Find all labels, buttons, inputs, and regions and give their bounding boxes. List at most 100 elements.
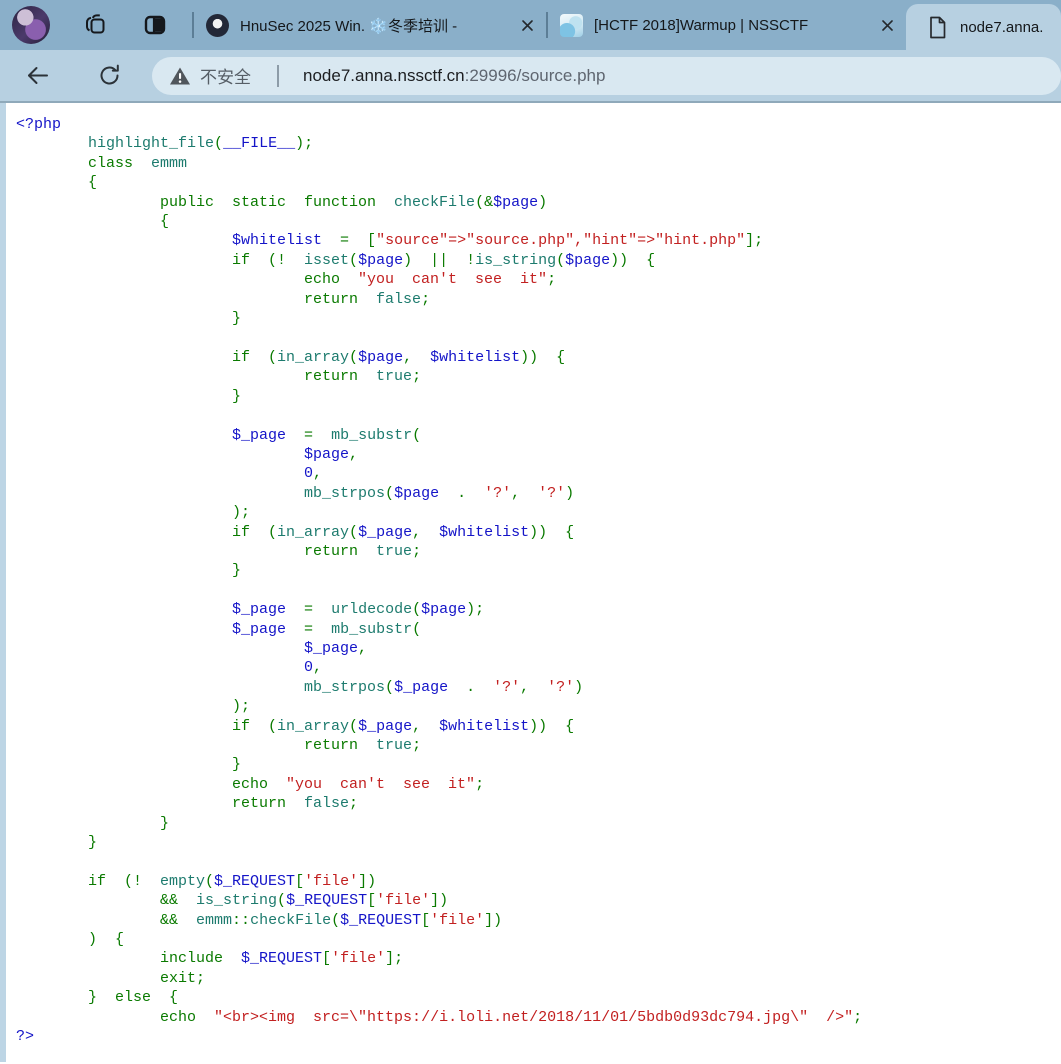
code-token: true bbox=[376, 543, 412, 560]
nssctf-favicon bbox=[560, 14, 583, 37]
tab-title: HnuSec 2025 Win. ❄️冬季培训 - bbox=[240, 15, 510, 36]
code-token: $_page bbox=[304, 640, 358, 657]
code-token: } bbox=[16, 388, 241, 405]
code-token: ]) bbox=[484, 912, 502, 929]
code-token: ) || ! bbox=[403, 252, 475, 269]
code-token: emmm bbox=[196, 912, 232, 929]
code-token: ; bbox=[853, 1009, 862, 1026]
code-token: ]) bbox=[430, 892, 448, 909]
code-token: ); bbox=[16, 504, 250, 521]
code-token: $whitelist bbox=[232, 232, 322, 249]
refresh-button[interactable] bbox=[92, 59, 126, 93]
tab-node7-active[interactable]: node7.anna. bbox=[906, 4, 1061, 50]
split-screen-icon[interactable] bbox=[140, 10, 170, 40]
code-token: "<br><img src=\"https://i.loli.net/2018/… bbox=[214, 1009, 853, 1026]
code-token: ( bbox=[385, 679, 394, 696]
code-token: $_REQUEST bbox=[241, 950, 322, 967]
code-token: 'file' bbox=[376, 892, 430, 909]
code-token: $page bbox=[421, 601, 466, 618]
url-path: :29996/source.php bbox=[465, 66, 606, 85]
code-token: $_REQUEST bbox=[340, 912, 421, 929]
url-text: node7.anna.nssctf.cn:29996/source.php bbox=[303, 66, 605, 86]
code-token: )) { bbox=[610, 252, 655, 269]
code-token: class bbox=[16, 155, 151, 172]
code-token: ) bbox=[574, 679, 583, 696]
browser-nav-bar: 不安全 node7.anna.nssctf.cn:29996/source.ph… bbox=[0, 50, 1061, 103]
code-token: urldecode bbox=[331, 601, 412, 618]
code-token: ]; bbox=[745, 232, 763, 249]
code-token: emmm bbox=[151, 155, 187, 172]
code-token: ) { bbox=[16, 931, 124, 948]
code-token: ( bbox=[412, 621, 421, 638]
code-token: echo bbox=[16, 271, 358, 288]
code-token: $_page bbox=[232, 427, 286, 444]
code-token: } bbox=[16, 562, 241, 579]
code-token: , bbox=[511, 485, 538, 502]
code-token: ; bbox=[412, 737, 421, 754]
code-token: $_page bbox=[232, 621, 286, 638]
code-token: in_array bbox=[277, 718, 349, 735]
code-token: && bbox=[16, 892, 196, 909]
code-token: ( bbox=[214, 135, 223, 152]
code-token: if ( bbox=[16, 524, 277, 541]
url-host: node7.anna.nssctf.cn bbox=[303, 66, 465, 85]
code-token: ; bbox=[421, 291, 430, 308]
code-token: in_array bbox=[277, 349, 349, 366]
code-token bbox=[16, 601, 232, 618]
tab-title: node7.anna. bbox=[960, 19, 1051, 36]
code-token: in_array bbox=[277, 524, 349, 541]
hnusec-favicon bbox=[206, 14, 229, 37]
code-token: } bbox=[16, 756, 241, 773]
code-token: , bbox=[358, 640, 367, 657]
window-edge-strip bbox=[0, 103, 6, 1062]
code-token bbox=[16, 679, 304, 696]
code-token: , bbox=[313, 659, 322, 676]
code-token: ) bbox=[538, 194, 547, 211]
code-token: $_page bbox=[358, 718, 412, 735]
code-token bbox=[16, 232, 232, 249]
code-token: ( bbox=[349, 718, 358, 735]
code-token: } bbox=[16, 815, 169, 832]
address-divider bbox=[277, 65, 279, 87]
code-token: isset bbox=[304, 252, 349, 269]
code-token: checkFile bbox=[394, 194, 475, 211]
code-token: :: bbox=[232, 912, 250, 929]
code-token: ?> bbox=[16, 1028, 34, 1045]
code-token: ; bbox=[412, 368, 421, 385]
code-block: <?php highlight_file(__FILE__); class em… bbox=[0, 103, 1061, 1047]
code-token: } bbox=[16, 310, 241, 327]
code-token: [ bbox=[421, 912, 430, 929]
close-icon[interactable] bbox=[878, 16, 896, 34]
workspaces-icon[interactable] bbox=[80, 10, 110, 40]
tab-hnusec[interactable]: HnuSec 2025 Win. ❄️冬季培训 - bbox=[194, 0, 546, 50]
code-token: { bbox=[16, 174, 97, 191]
code-token: ; bbox=[412, 543, 421, 560]
code-token: } else { bbox=[16, 989, 178, 1006]
code-token bbox=[16, 135, 88, 152]
code-token: , bbox=[313, 465, 322, 482]
address-bar[interactable]: 不安全 node7.anna.nssctf.cn:29996/source.ph… bbox=[152, 57, 1061, 95]
code-token: ( bbox=[349, 349, 358, 366]
code-token: , bbox=[412, 718, 439, 735]
code-token: public static function bbox=[16, 194, 394, 211]
code-token: '?' bbox=[538, 485, 565, 502]
code-token: $page bbox=[358, 349, 403, 366]
code-token: 0 bbox=[304, 659, 313, 676]
back-button[interactable] bbox=[20, 59, 54, 93]
code-token: (& bbox=[475, 194, 493, 211]
code-token: $page bbox=[565, 252, 610, 269]
code-token: ( bbox=[385, 485, 394, 502]
code-token: "source"=>"source.php","hint"=>"hint.php… bbox=[376, 232, 745, 249]
code-token: ( bbox=[349, 252, 358, 269]
code-token: $whitelist bbox=[430, 349, 520, 366]
code-token: ) bbox=[565, 485, 574, 502]
code-token bbox=[16, 485, 304, 502]
code-token: return bbox=[16, 368, 376, 385]
tab-nssctf[interactable]: [HCTF 2018]Warmup | NSSCTF bbox=[548, 0, 906, 50]
code-token: 'file' bbox=[304, 873, 358, 890]
close-icon[interactable] bbox=[518, 16, 536, 34]
code-token bbox=[16, 659, 304, 676]
code-token: if (! bbox=[16, 873, 160, 890]
profile-avatar[interactable] bbox=[12, 6, 50, 44]
code-token: ; bbox=[547, 271, 556, 288]
